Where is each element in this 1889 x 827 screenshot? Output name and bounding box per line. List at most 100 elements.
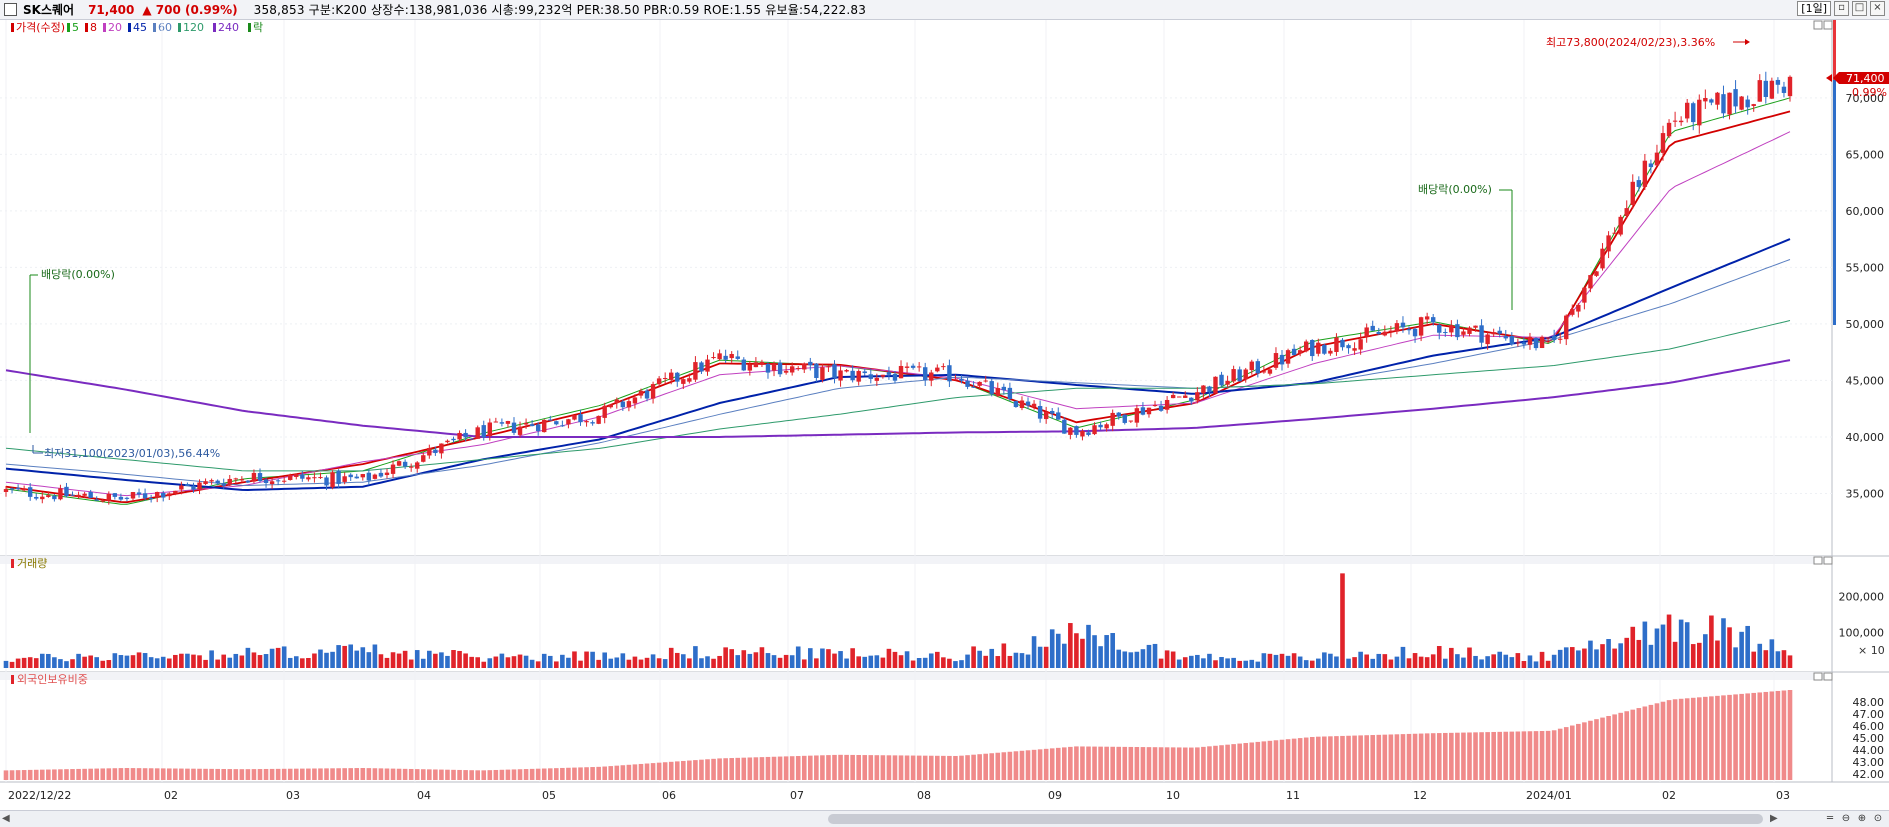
foreign-bar-114 (693, 760, 698, 780)
price-tick-4: 55,000 (1846, 261, 1885, 274)
zoom-out-icon[interactable]: ⊖ (1839, 812, 1853, 825)
volume-bar-212 (1285, 655, 1291, 668)
candle-body-239 (1449, 325, 1454, 333)
change-amount: ▲ 700 (142, 2, 181, 17)
volume-legend: 거래량 (17, 557, 47, 570)
foreign-bar-163 (989, 753, 995, 780)
select-checkbox[interactable] (4, 3, 17, 16)
foreign-legend-marker (11, 675, 14, 684)
candle-body-91 (554, 421, 559, 425)
stock-chart[interactable]: 가격(수정) 5 8 20 45 60 120 240 락 거래량 외국인보유비중 35,000… (0, 20, 1889, 810)
candle-body-61 (372, 474, 378, 479)
candle-body-229 (1388, 330, 1394, 332)
foreign-bar-245 (1485, 732, 1490, 780)
foreign-bar-168 (1019, 750, 1025, 780)
x-label-8: 09 (1048, 789, 1062, 802)
foreign-bar-64 (390, 768, 396, 780)
foreign-bar-285 (1727, 694, 1732, 780)
foreign-bar-26 (160, 768, 166, 780)
foreign-bar-36 (221, 768, 227, 780)
foreign-bar-197 (1195, 747, 1200, 780)
legend-marker-6 (178, 23, 181, 32)
candle-body-38 (233, 478, 239, 480)
volume-bar-6 (39, 653, 45, 668)
volume-bar-282 (1709, 615, 1714, 668)
volume-bar-73 (445, 655, 450, 668)
foreign-bar-63 (384, 768, 390, 780)
foreign-bar-179 (1086, 746, 1091, 780)
candle-body-212 (1285, 350, 1291, 364)
candle-body-164 (995, 388, 1000, 396)
volume-bar-117 (711, 658, 716, 668)
foreign-bar-27 (166, 768, 172, 780)
volume-bar-151 (916, 658, 922, 668)
scroll-right-icon[interactable]: ▶ (1770, 813, 1778, 824)
volume-bar-261 (1582, 648, 1587, 668)
maximize-icon[interactable]: □ (1852, 1, 1867, 16)
foreign-bar-291 (1763, 691, 1769, 780)
foreign-bar-76 (463, 770, 468, 780)
candle-body-231 (1400, 322, 1406, 328)
candle-body-285 (1727, 92, 1732, 115)
candle-body-269 (1630, 181, 1635, 206)
zoom-reset-icon[interactable]: ⊙ (1871, 812, 1885, 825)
candle-body-176 (1068, 427, 1073, 435)
scroll-thumb[interactable] (828, 814, 1763, 824)
candle-body-189 (1146, 407, 1152, 415)
candle-body-47 (288, 475, 293, 480)
volume-bar-219 (1328, 653, 1333, 668)
volume-bar-181 (1098, 646, 1103, 668)
volume-bar-268 (1624, 637, 1630, 668)
candle-body-290 (1757, 80, 1762, 102)
volume-bar-12 (76, 653, 81, 668)
foreign-bar-226 (1370, 735, 1376, 780)
candle-body-226 (1370, 325, 1375, 331)
low-label: 최저31,100(2023/01/03),56.44% (44, 447, 220, 460)
candle-body-37 (227, 478, 232, 485)
foreign-bar-185 (1122, 746, 1128, 780)
candle-body-200 (1213, 376, 1218, 394)
foreign-bar-25 (154, 768, 160, 780)
foreign-bar-202 (1225, 744, 1230, 780)
volume-bar-26 (160, 656, 166, 668)
candle-body-80 (487, 422, 492, 437)
volume-bar-174 (1055, 633, 1061, 668)
zoom-controls: ═ ⊖ ⊕ ⊙ (1823, 812, 1885, 825)
price-legend: 가격(수정) 5 8 20 45 60 120 240 락 (11, 21, 263, 34)
zoom-in-icon[interactable]: ⊕ (1855, 812, 1869, 825)
volume-bar-197 (1195, 654, 1200, 668)
horizontal-scrollbar[interactable]: ◀ ▶ ═ ⊖ ⊕ ⊙ (0, 810, 1889, 827)
volume-bar-147 (892, 651, 898, 668)
foreign-tick-5: 47.00 (1853, 708, 1885, 721)
candle-body-95 (578, 414, 583, 423)
foreign-bar-217 (1315, 736, 1321, 780)
close-icon[interactable]: × (1870, 1, 1885, 16)
candle-body-273 (1654, 152, 1660, 166)
candle-body-270 (1636, 180, 1642, 187)
scroll-left-icon[interactable]: ◀ (2, 813, 10, 824)
foreign-bar-96 (584, 767, 589, 780)
period-selector[interactable]: [1일] (1797, 1, 1831, 16)
volume-bar-254 (1539, 651, 1545, 668)
zoom-slider-icon[interactable]: ═ (1823, 812, 1837, 825)
volume-bar-182 (1104, 635, 1109, 668)
volume-bar-275 (1666, 614, 1672, 668)
volume-bar-103 (626, 659, 632, 668)
candle-body-73 (445, 440, 450, 443)
price-tick-1: 40,000 (1846, 431, 1885, 444)
volume-bar-234 (1418, 656, 1424, 668)
volume-bar-270 (1636, 639, 1642, 668)
candle-body-256 (1551, 335, 1557, 341)
foreign-bar-193 (1170, 747, 1176, 780)
volume-bar-166 (1007, 655, 1013, 668)
candle-body-293 (1775, 79, 1781, 85)
candle-body-25 (154, 491, 160, 498)
foreign-bar-44 (269, 768, 275, 780)
volume-bar-283 (1715, 640, 1720, 668)
minimize-icon[interactable]: ▫ (1834, 1, 1849, 16)
foreign-bar-166 (1007, 751, 1013, 780)
volume-bar-255 (1545, 660, 1551, 668)
foreign-bar-102 (620, 765, 626, 780)
foreign-bar-72 (439, 769, 444, 780)
volume-bar-241 (1461, 657, 1466, 668)
